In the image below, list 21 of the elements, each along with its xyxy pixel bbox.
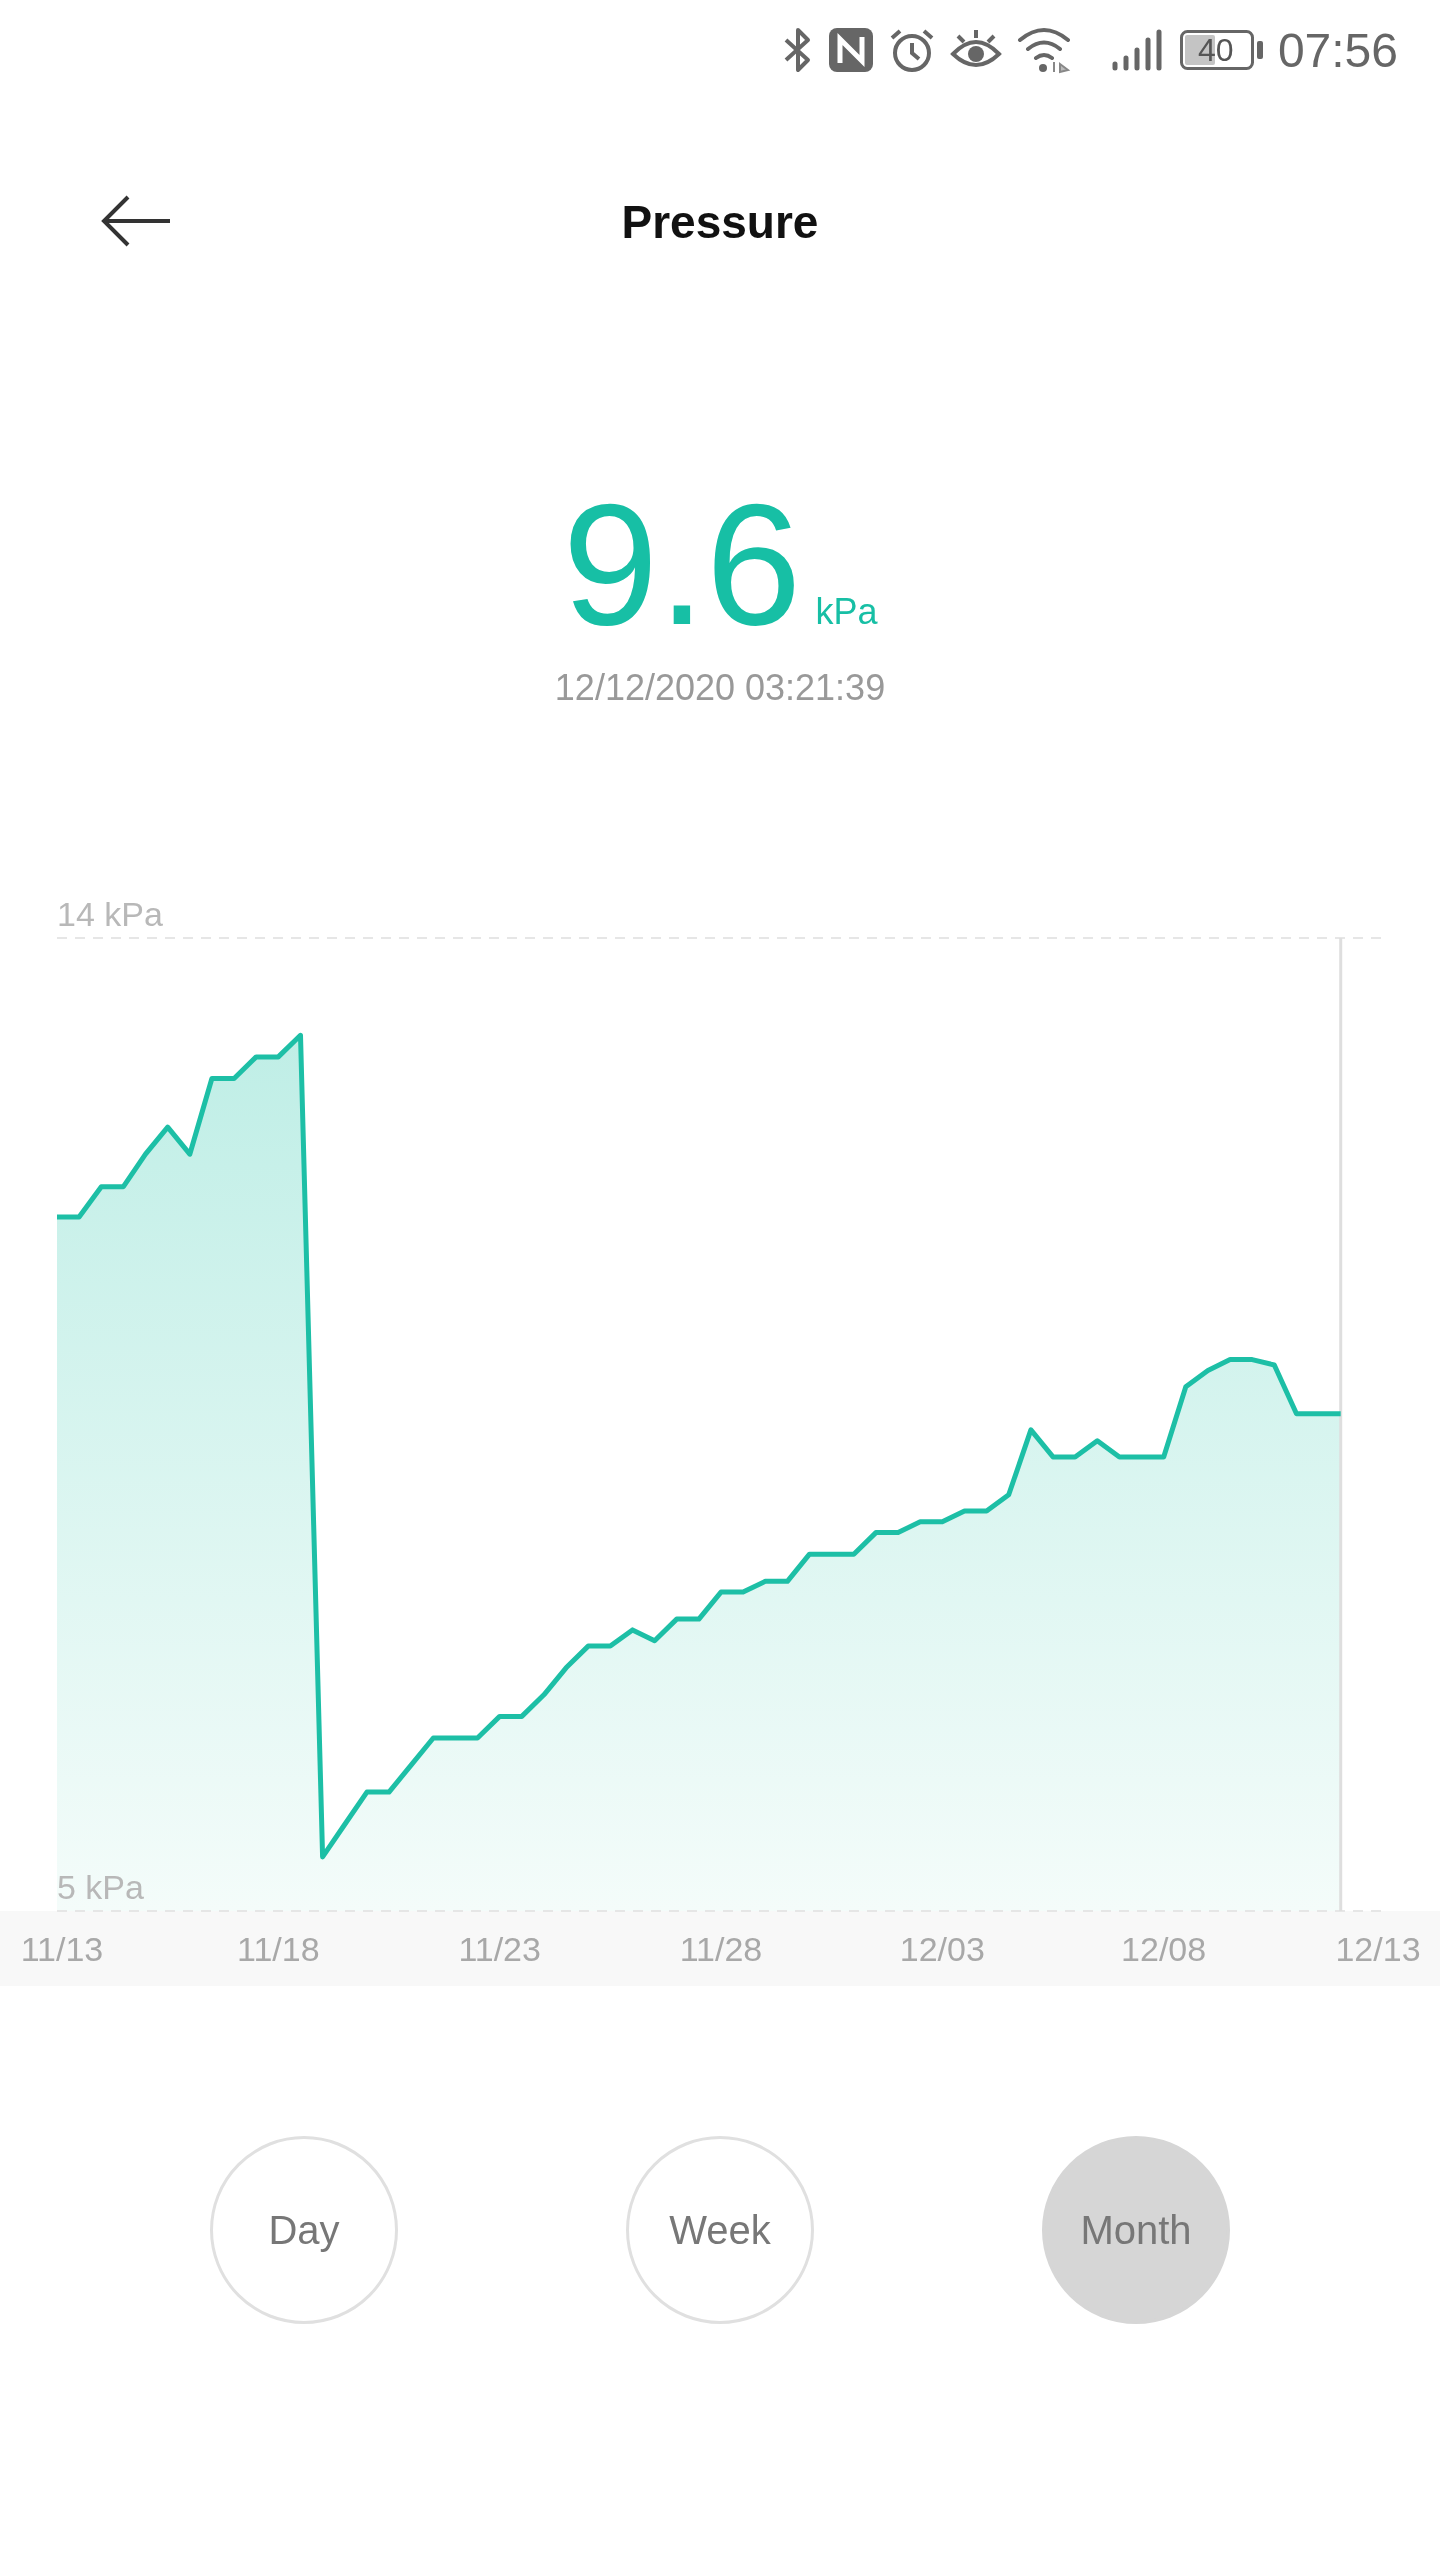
x-axis-label: 11/18 xyxy=(237,1930,320,1968)
x-axis-label: 12/13 xyxy=(1335,1930,1421,1968)
x-axis-label: 11/28 xyxy=(679,1930,763,1968)
unit-label: kPa xyxy=(815,591,878,633)
x-axis-label: 11/23 xyxy=(458,1930,541,1968)
pressure-value: 9.6 xyxy=(562,499,802,629)
battery-icon xyxy=(1179,30,1264,70)
page-title: Pressure xyxy=(621,195,819,249)
range-tab[interactable]: Week xyxy=(626,2136,814,2324)
x-axis-label: 12/03 xyxy=(899,1930,985,1968)
timestamp: 12/12/2020 03:21:39 xyxy=(554,667,886,709)
y-axis-label: 14 kPa xyxy=(57,895,163,933)
wifi-icon xyxy=(1015,26,1072,74)
nfc-icon xyxy=(827,27,874,73)
clock-time: 07:56 xyxy=(1277,22,1398,78)
battery-level: 40 xyxy=(1197,31,1234,69)
x-axis-label: 11/13 xyxy=(20,1930,104,1968)
x-axis-label: 12/08 xyxy=(1121,1930,1207,1968)
range-tab[interactable]: Month xyxy=(1042,2136,1230,2324)
range-tab[interactable]: Day xyxy=(210,2136,398,2324)
y-axis-label: 5 kPa xyxy=(57,1868,144,1906)
